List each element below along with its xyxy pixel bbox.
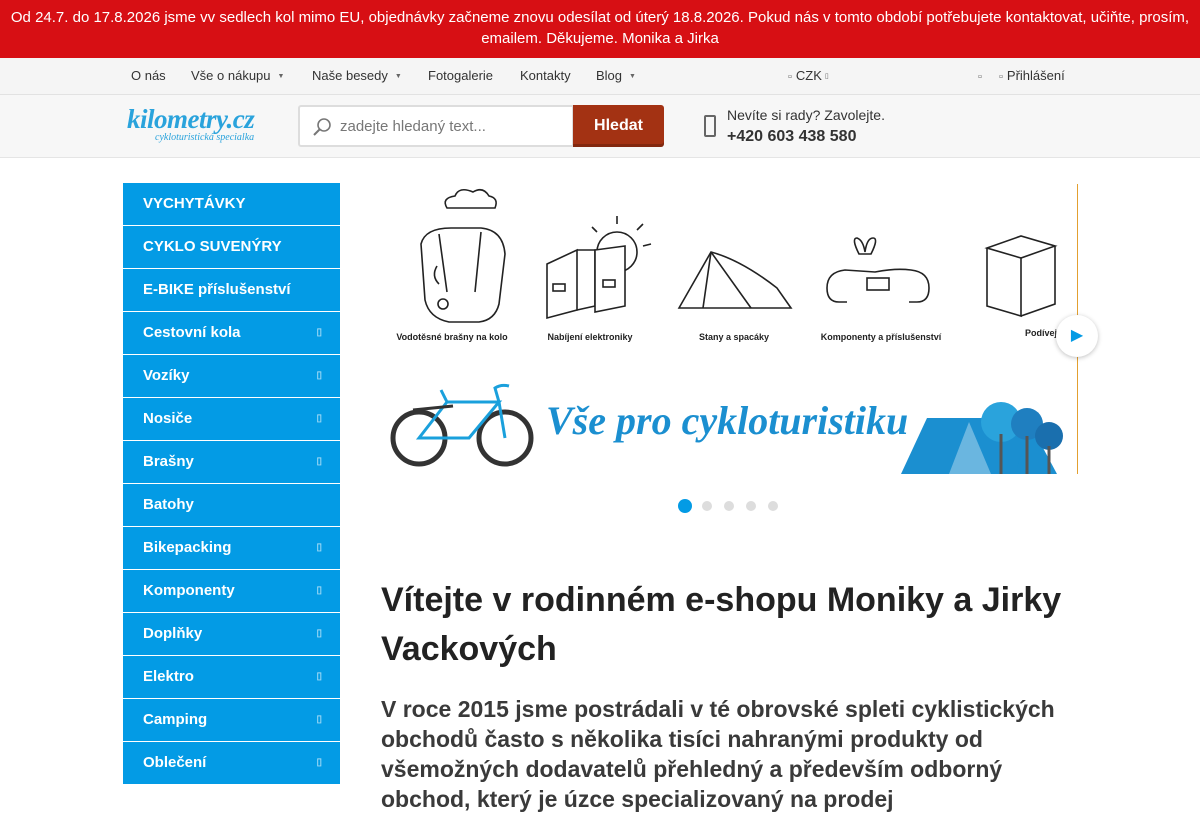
sidebar-category-label: Doplňky xyxy=(143,625,203,642)
login-link[interactable]: ▫ Přihlášení xyxy=(999,58,1065,95)
announcement-line-1: Od 24.7. do 17.8.2026 jsme vv sedlech ko… xyxy=(10,9,1190,26)
sidebar-category[interactable]: Doplňky ▯ xyxy=(123,613,340,656)
sidebar-category-label: Batohy xyxy=(143,496,194,513)
nav-item-vse-o-nakupu[interactable]: Vše o nákupu ▼ xyxy=(191,58,284,95)
slider-dot[interactable] xyxy=(768,500,778,511)
nav-item-label: Vše o nákupu xyxy=(191,68,271,83)
cart-icon: ▫ xyxy=(978,71,982,83)
chevron-right-icon: ▯ xyxy=(316,370,322,381)
top-navigation: O nás Vše o nákupu ▼ Naše besedy ▼ Fotogal… xyxy=(0,58,1200,95)
sidebar-category-label: Komponenty xyxy=(143,582,235,599)
slider-dot[interactable] xyxy=(746,500,756,511)
search-button[interactable]: Hledat xyxy=(573,105,664,147)
chevron-right-icon: ▯ xyxy=(316,628,322,639)
chevron-down-icon: ▼ xyxy=(277,73,285,80)
currency-selector[interactable]: ▫ CZK ▯ xyxy=(788,58,829,95)
nav-item-blog[interactable]: Blog ▼ xyxy=(596,58,636,95)
tent-illustration xyxy=(677,251,793,309)
welcome-heading: Vítejte v rodinném e-shopu Moniky a Jirk… xyxy=(381,581,1062,668)
site-logo[interactable]: kilometry.cz cykloturistická specialka xyxy=(127,105,287,149)
chevron-right-icon: ▯ xyxy=(316,327,322,338)
sidebar-category-label: E-BIKE příslušenství xyxy=(143,281,291,298)
sidebar-category-label: VYCHYTÁVKY xyxy=(143,195,246,212)
banner-tile-label: Stany a spacáky xyxy=(699,332,769,342)
slider-pagination xyxy=(678,497,790,515)
nav-item-kontakty[interactable]: Kontakty xyxy=(520,58,571,94)
sidebar-category[interactable]: Cestovní kola ▯ xyxy=(123,312,340,355)
search-box xyxy=(298,105,574,147)
chevron-right-icon: ▯ xyxy=(316,585,322,596)
sidebar-category-label: Vozíky xyxy=(143,367,190,384)
chevron-right-icon: ▯ xyxy=(316,671,322,682)
bicycle-illustration xyxy=(390,383,534,467)
login-label: Přihlášení xyxy=(1006,68,1065,83)
sidebar-category[interactable]: CYKLO SUVENÝRY xyxy=(123,226,340,269)
intro-paragraph: V roce 2015 jsme postrádali v té obrovsk… xyxy=(381,696,1055,812)
hero-banner[interactable]: Vodotěsné brašny na kolo Nabíjení elektr… xyxy=(381,184,1078,474)
search-form: Hledat xyxy=(298,105,664,147)
logo-wordmark: kilometry.cz xyxy=(127,104,255,134)
sidebar-category[interactable]: E-BIKE příslušenství xyxy=(123,269,340,312)
nav-item-nase-besedy[interactable]: Naše besedy ▼ xyxy=(312,58,402,95)
chevron-down-icon: ▯ xyxy=(824,73,829,80)
box-illustration xyxy=(984,235,1058,318)
banner-illustration: Vodotěsné brašny na kolo Nabíjení elektr… xyxy=(390,188,1077,474)
money-icon: ▫ xyxy=(788,71,792,83)
sidebar-category[interactable]: Oblečení ▯ xyxy=(123,742,340,785)
nav-item-fotogalerie[interactable]: Fotogalerie xyxy=(428,58,493,94)
handlebar-illustration xyxy=(826,237,930,303)
category-sidebar: VYCHYTÁVKY CYKLO SUVENÝRY E-BIKE příslušen… xyxy=(123,183,340,785)
chevron-right-icon: ▯ xyxy=(316,714,322,725)
sidebar-category[interactable]: Elektro ▯ xyxy=(123,656,340,699)
slider-next-button[interactable]: ▶ xyxy=(1056,315,1098,357)
sidebar-category-label: Brašny xyxy=(143,453,194,470)
logo-tagline: cykloturistická specialka xyxy=(155,132,255,143)
user-icon: ▫ xyxy=(999,71,1003,83)
site-header: kilometry.cz cykloturistická specialka H… xyxy=(0,95,1200,158)
chevron-right-icon: ▯ xyxy=(316,456,322,467)
chevron-down-icon: ▼ xyxy=(629,73,636,80)
banner-tile-label: Komponenty a příslušenství xyxy=(821,332,942,342)
sidebar-category-label: Cestovní kola xyxy=(143,324,241,341)
sidebar-category[interactable]: Komponenty ▯ xyxy=(123,570,340,613)
chevron-down-icon: ▼ xyxy=(394,73,402,80)
chevron-right-icon: ▯ xyxy=(316,757,322,768)
nav-item-label: Naše besedy xyxy=(312,68,388,83)
pannier-illustration xyxy=(420,188,506,323)
banner-tile-label: Nabíjení elektroniky xyxy=(547,332,632,342)
sidebar-category-label: Nosiče xyxy=(143,410,193,427)
sidebar-category-label: CYKLO SUVENÝRY xyxy=(143,238,282,255)
search-icon xyxy=(313,118,331,136)
announcement-bar: Od 24.7. do 17.8.2026 jsme vv sedlech ko… xyxy=(0,0,1200,58)
phone-number[interactable]: +420 603 438 580 xyxy=(727,128,856,146)
phone-icon xyxy=(704,115,716,137)
sidebar-category[interactable]: Brašny ▯ xyxy=(123,441,340,484)
chevron-right-icon: ▯ xyxy=(316,413,322,424)
slider-dot[interactable] xyxy=(678,498,692,513)
phone-prompt: Nevíte si rady? Zavolejte. xyxy=(727,107,885,123)
camping-illustration xyxy=(901,402,1063,474)
search-input[interactable] xyxy=(340,107,570,145)
currency-label: CZK xyxy=(795,68,822,83)
sidebar-category-label: Oblečení xyxy=(143,754,207,771)
nav-item-o-nas[interactable]: O nás xyxy=(131,58,166,94)
banner-tile-label: Vodotěsné brašny na kolo xyxy=(396,332,508,342)
sidebar-category[interactable]: Vozíky ▯ xyxy=(123,355,340,398)
slider-dot[interactable] xyxy=(702,500,712,511)
cart-link[interactable]: ▫ xyxy=(978,58,986,95)
sidebar-category-label: Elektro xyxy=(143,668,194,685)
sidebar-category[interactable]: Batohy xyxy=(123,484,340,527)
nav-item-label: Blog xyxy=(596,68,623,83)
chevron-right-icon: ▯ xyxy=(316,542,322,553)
slider-dot[interactable] xyxy=(724,500,734,511)
sidebar-category-label: Camping xyxy=(143,711,208,728)
sidebar-category[interactable]: Camping ▯ xyxy=(123,699,340,742)
announcement-line-2: emailem. Děkujeme. Monika a Jirka xyxy=(481,30,719,47)
banner-slogan: Vše pro cykloturistiku xyxy=(546,398,908,443)
sidebar-category[interactable]: VYCHYTÁVKY xyxy=(123,183,340,226)
sidebar-category[interactable]: Nosiče ▯ xyxy=(123,398,340,441)
charging-illustration xyxy=(546,216,652,320)
sidebar-category-label: Bikepacking xyxy=(143,539,232,556)
sidebar-category[interactable]: Bikepacking ▯ xyxy=(123,527,340,570)
